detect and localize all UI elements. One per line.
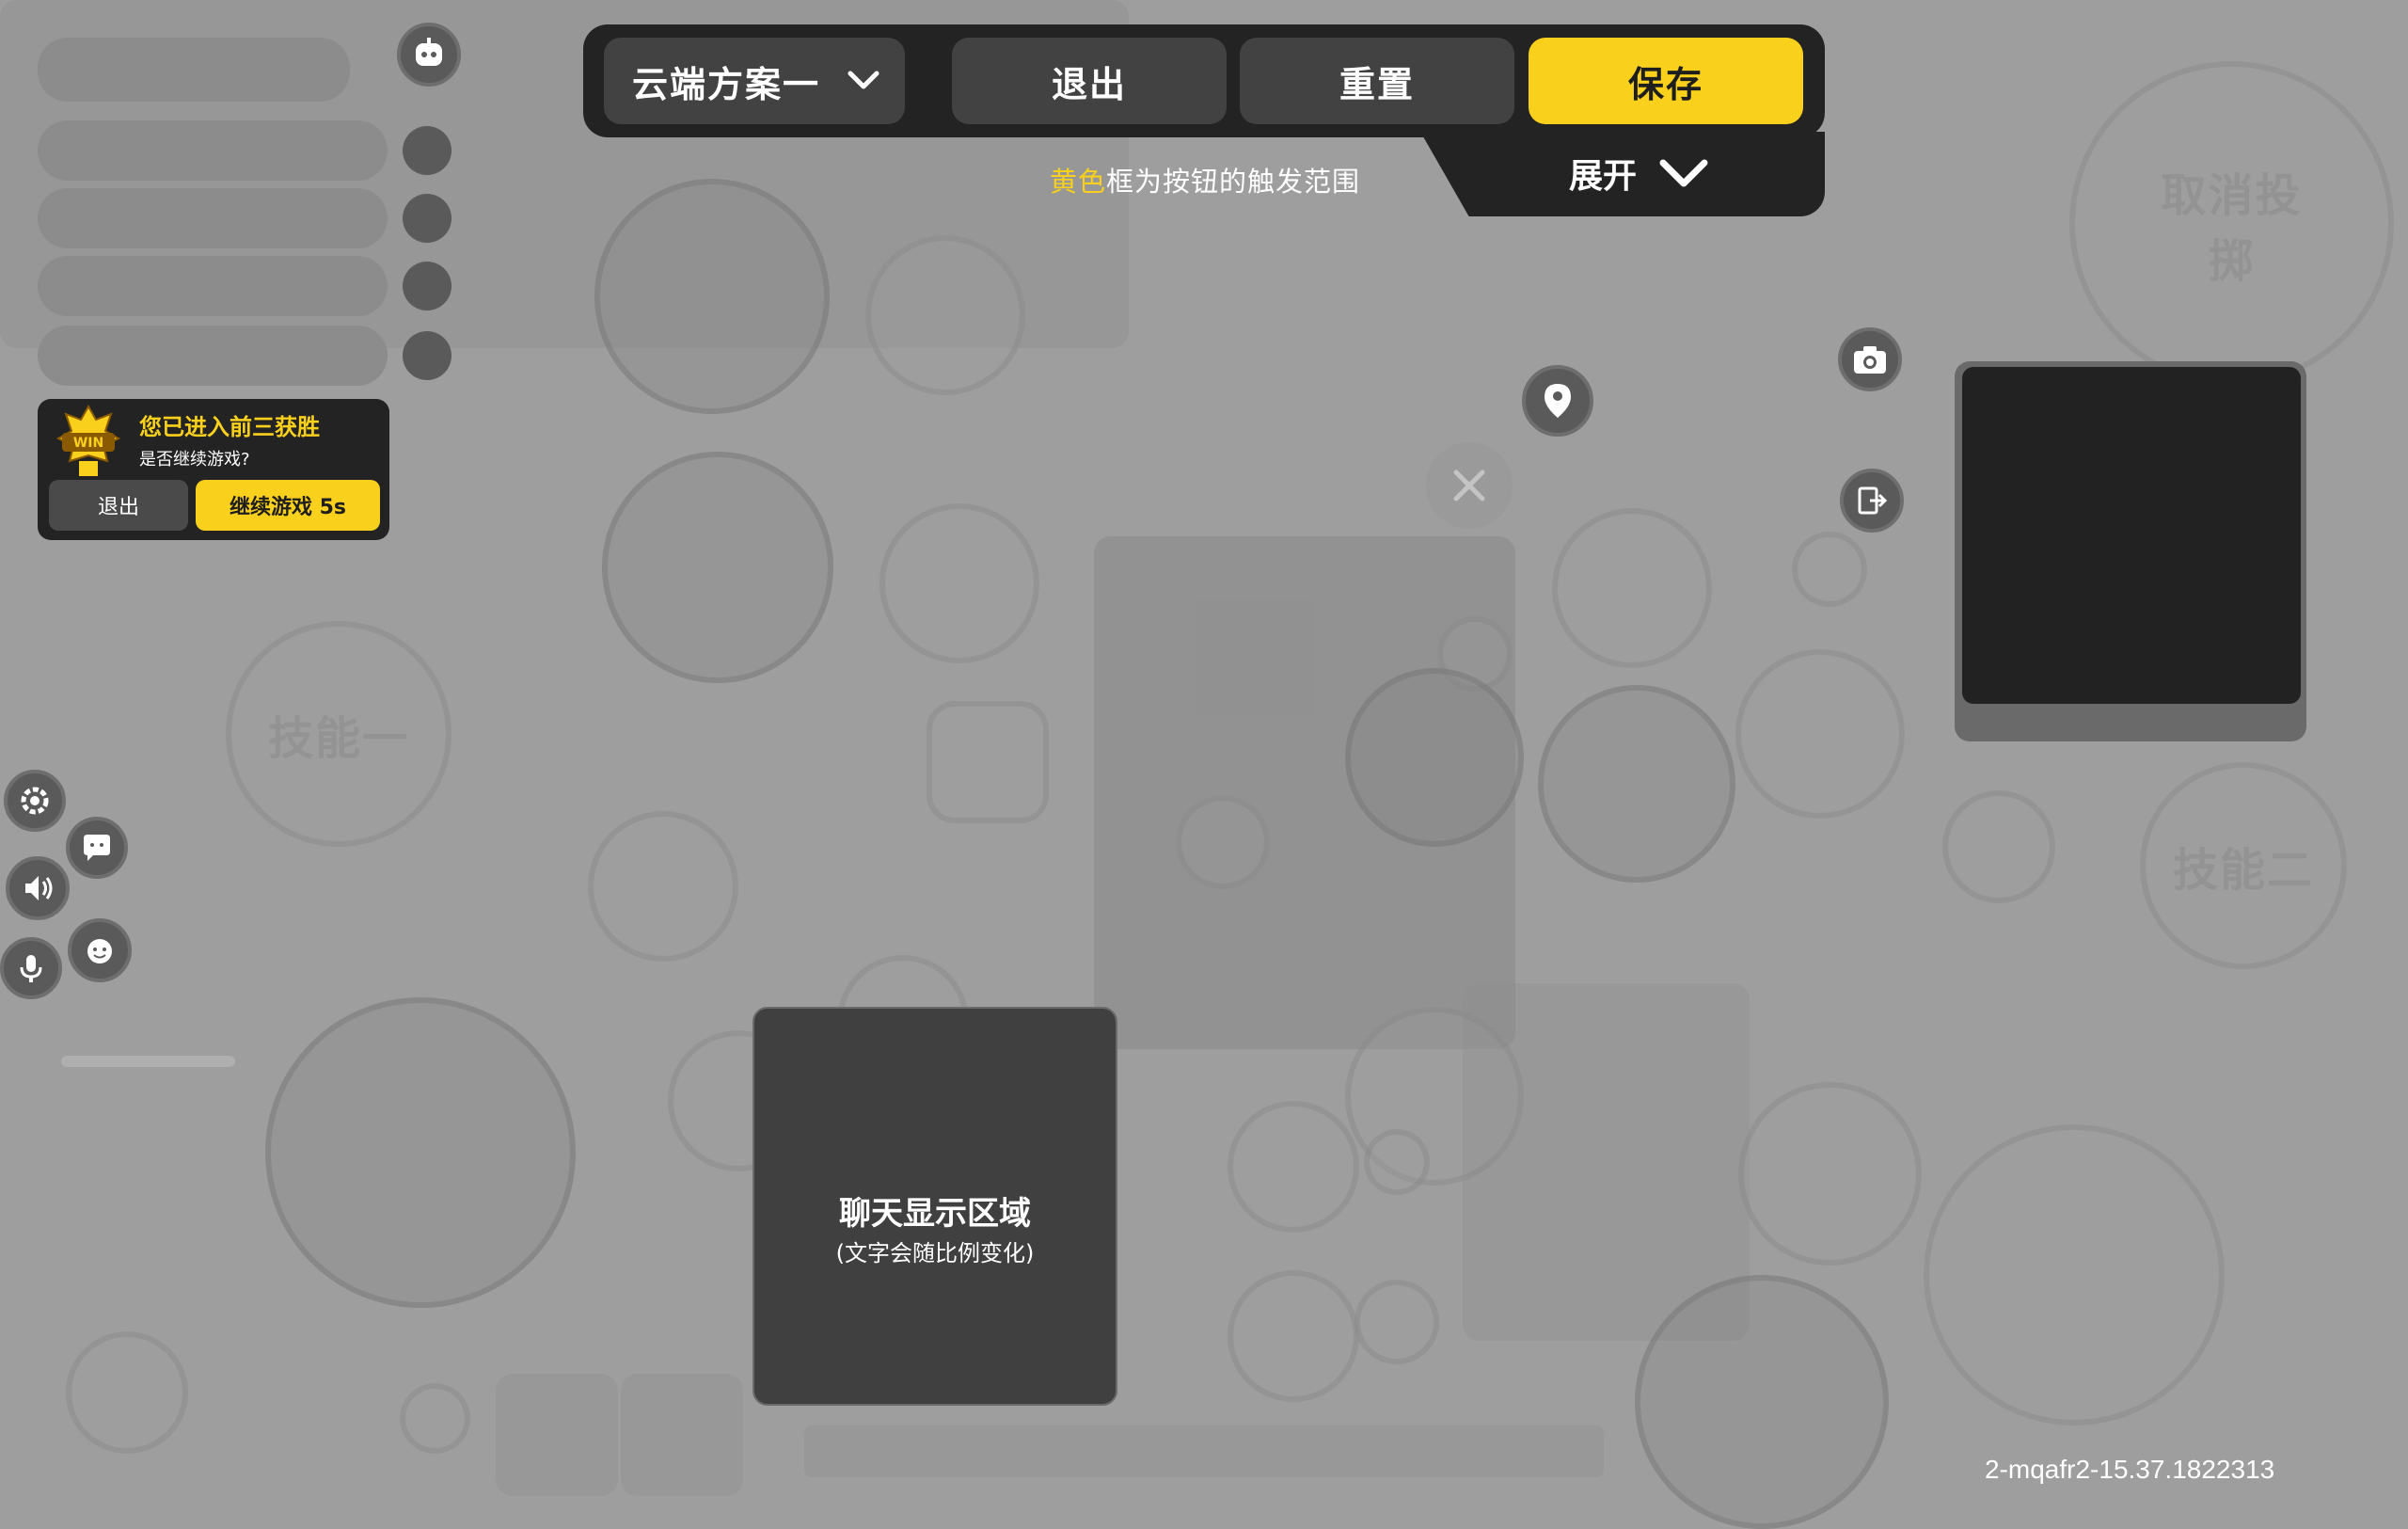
bg-ghost-door: [927, 701, 1049, 823]
bg-ghost-backpack: [66, 1331, 188, 1454]
reset-button[interactable]: 重置: [1240, 38, 1514, 124]
hint-highlight: 黄色: [1050, 166, 1107, 198]
bg-ghost-aim: [1538, 685, 1735, 883]
team-slot-5: [38, 326, 388, 386]
win-continue-button[interactable]: 继续游戏 5s: [196, 480, 380, 531]
team-slot-3: [38, 188, 388, 248]
emote-button[interactable]: [68, 918, 132, 982]
bg-ghost-medkit: [496, 1374, 618, 1496]
settings-button[interactable]: [4, 770, 66, 832]
bg-ghost-crouch: [588, 811, 738, 962]
bg-ghost-jump: [879, 503, 1039, 663]
location-pin-button[interactable]: [1522, 365, 1593, 437]
win-subtitle: 是否继续游戏?: [139, 450, 250, 470]
bg-ghost-fuel-bar: [61, 1056, 235, 1067]
team-slot-2: [38, 120, 388, 181]
bg-ghost-eye: [1792, 532, 1867, 607]
bg-ghost-bottom-bar: [804, 1425, 1604, 1477]
ghost-cancel-throw-label: 取消投掷: [2161, 168, 2303, 288]
close-button[interactable]: [1426, 442, 1513, 529]
mic-button[interactable]: [0, 937, 62, 999]
team-slot-4: [38, 256, 388, 316]
exit-button[interactable]: 退出: [952, 38, 1227, 124]
win-badge-text: WIN: [73, 436, 103, 451]
close-icon: [1453, 470, 1485, 502]
bg-ghost-lungs-right: [1942, 790, 2055, 903]
chevron-down-icon: [1659, 159, 1708, 187]
chevron-down-icon: [848, 71, 879, 89]
team-slot-5-marker: [403, 331, 452, 380]
team-slot-1: [38, 38, 350, 102]
robot-button[interactable]: [397, 23, 461, 87]
team-slot-2-marker: [403, 126, 452, 175]
bg-ghost-skill-two: 技能二: [2140, 762, 2347, 969]
minimap[interactable]: [1962, 367, 2301, 704]
camera-icon: [1854, 346, 1886, 374]
plan-select-label: 云端方案一: [632, 63, 821, 105]
bg-ghost-ghost: [1552, 508, 1712, 668]
exit-door-icon: [1858, 486, 1888, 515]
trigger-area-hint: 黄色框为按钮的触发范围: [1050, 160, 1360, 199]
bg-ghost-bottles: [1354, 1280, 1439, 1364]
exit-vehicle-button[interactable]: [1840, 469, 1904, 533]
chat-area-subtitle: (文字会随比例变化): [835, 1240, 1035, 1266]
camera-button[interactable]: [1838, 327, 1902, 391]
win-trophy-icon: WIN: [55, 404, 121, 476]
ghost-skill-two-label: 技能二: [2172, 844, 2314, 897]
bg-ghost-frog: [1176, 795, 1270, 889]
bg-ghost-heal: [1228, 1101, 1359, 1233]
win-popup: WIN 您已进入前三获胜 是否继续游戏? 退出 继续游戏 5s: [38, 399, 389, 540]
chat-bubble-icon: [84, 835, 110, 861]
bg-ghost-hands: [1228, 1270, 1359, 1402]
bg-ghost-mushroom: [400, 1383, 470, 1454]
chat-area-title: 聊天显示区域: [839, 1195, 1031, 1233]
win-exit-button[interactable]: 退出: [49, 480, 188, 531]
mic-icon: [20, 955, 42, 982]
settings-icon: [21, 787, 49, 815]
win-title: 您已进入前三获胜: [139, 414, 320, 440]
bg-ghost-bag: [621, 1374, 743, 1496]
team-slot-3-marker: [403, 194, 452, 243]
bg-ghost-seat: [602, 452, 833, 683]
ghost-skill-one-label: 技能一: [267, 712, 409, 765]
speaker-button[interactable]: [6, 856, 70, 920]
bg-ghost-fire-button: [1924, 1124, 2225, 1425]
chat-button[interactable]: [66, 817, 128, 879]
robot-icon: [416, 38, 442, 66]
hint-rest: 框为按钮的触发范围: [1106, 166, 1361, 198]
bg-ghost-skill-one: 技能一: [226, 621, 452, 847]
plan-select-dropdown[interactable]: 云端方案一: [604, 38, 905, 124]
emote-icon: [87, 939, 112, 964]
team-slot-4-marker: [403, 262, 452, 311]
bg-ghost-attack: [1635, 1275, 1889, 1529]
version-label: 2-mqafr2-15.37.1822313: [1985, 1455, 2275, 1484]
bg-ghost-steer: [594, 179, 830, 414]
bg-ghost-fire: [1738, 1082, 1922, 1266]
bg-ghost-joystick: [265, 997, 576, 1308]
location-pin-icon: [1545, 384, 1571, 418]
bg-ghost-cancel-throw: 取消投掷: [2069, 61, 2394, 386]
speaker-icon: [25, 876, 53, 900]
bg-ghost-ghost-gun: [1735, 649, 1905, 819]
bg-ghost-up: [1345, 668, 1524, 847]
expand-button[interactable]: 展开: [1569, 143, 1719, 203]
save-button[interactable]: 保存: [1529, 38, 1803, 124]
expand-label: 展开: [1569, 157, 1638, 196]
chat-display-area[interactable]: 聊天显示区域 (文字会随比例变化): [752, 1007, 1117, 1406]
bg-ghost-gear-small: [1364, 1129, 1430, 1195]
bg-ghost-run: [865, 235, 1025, 395]
